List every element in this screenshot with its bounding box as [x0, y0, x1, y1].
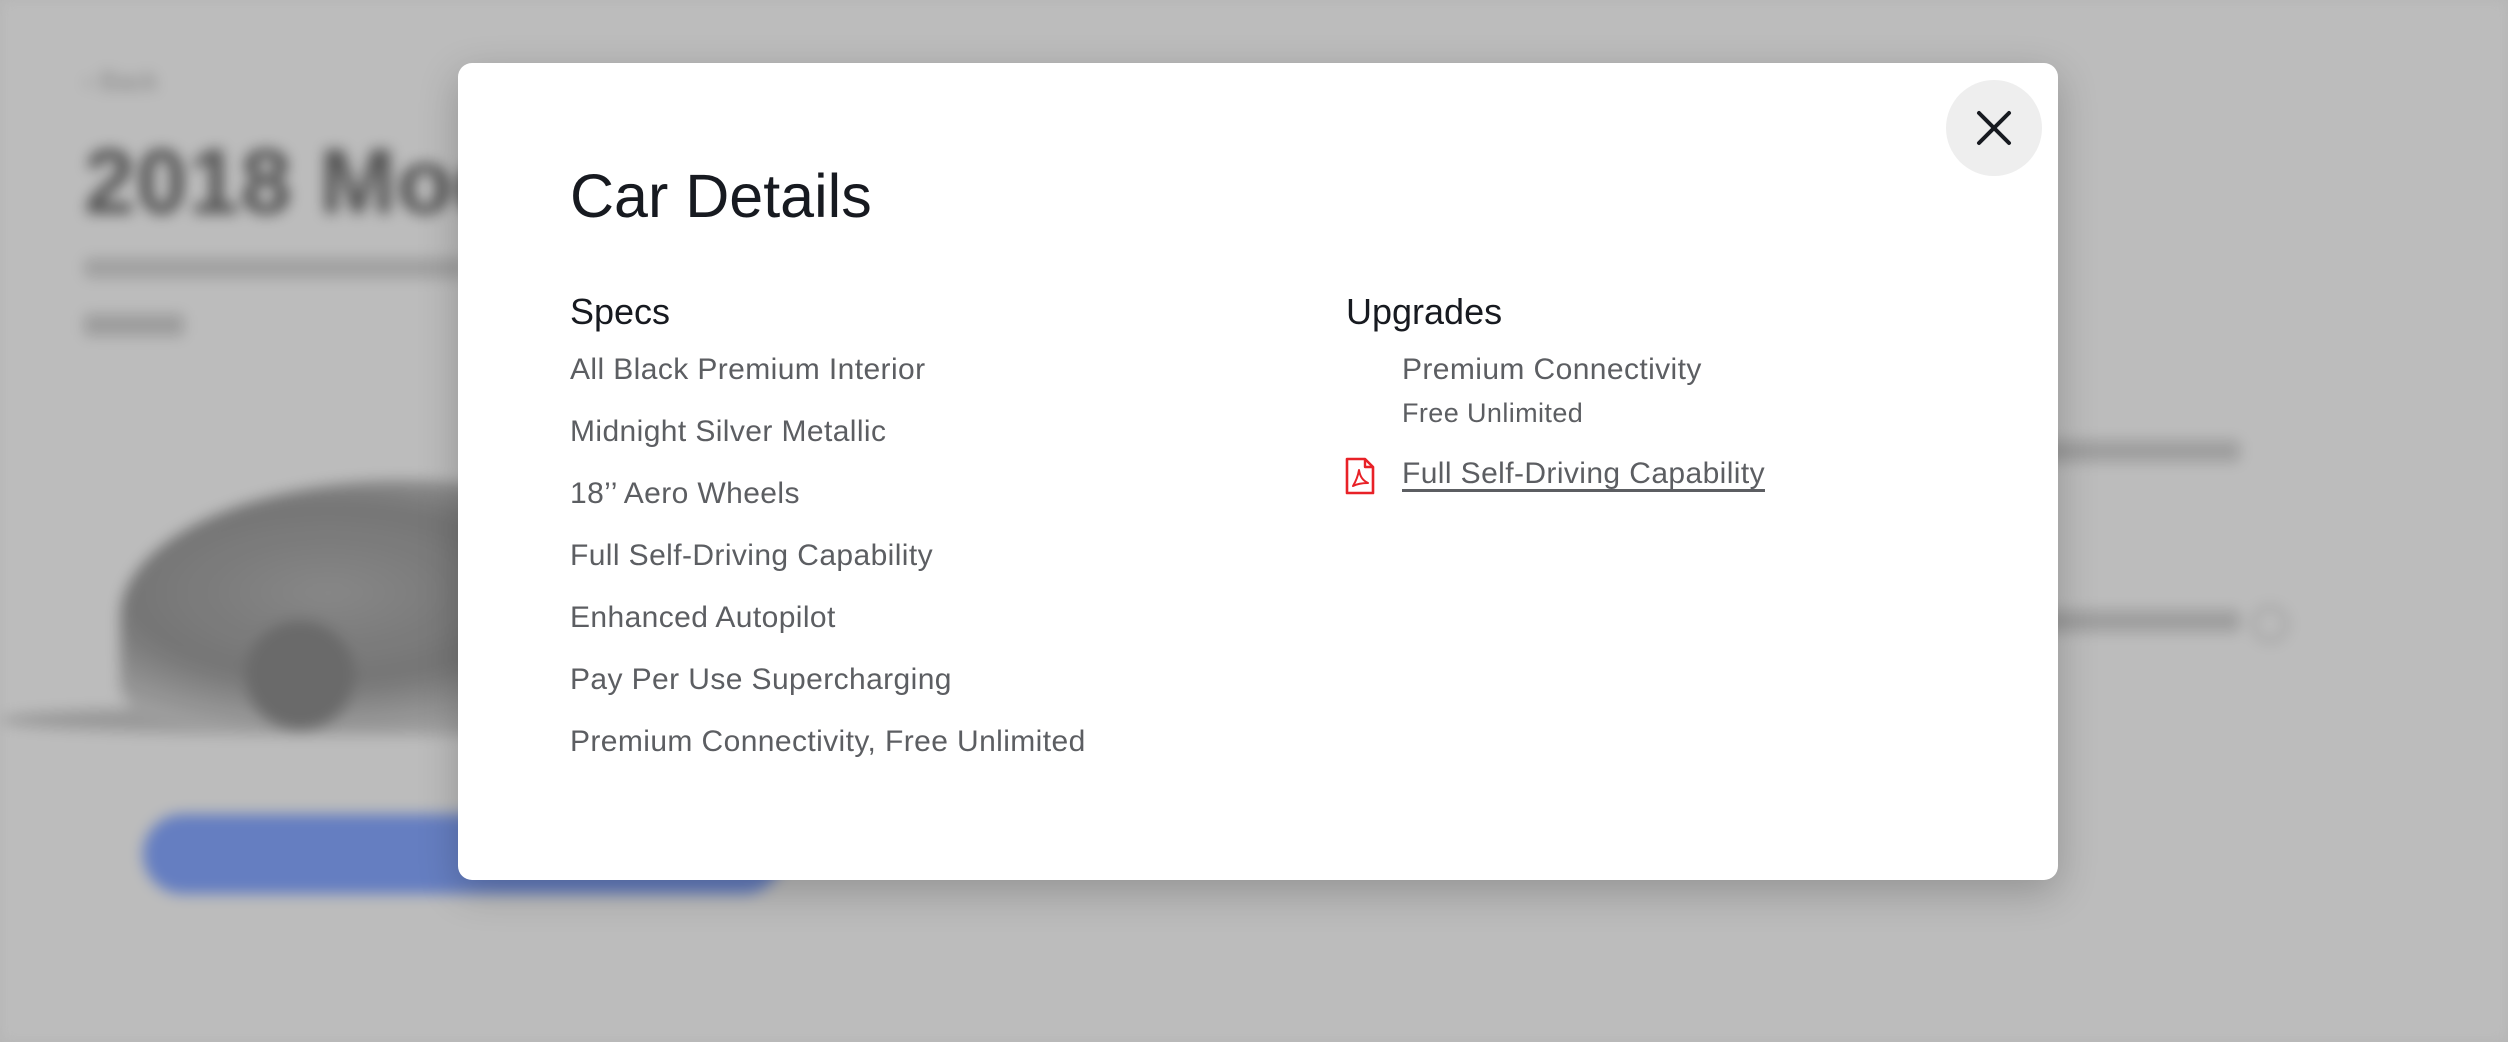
upgrade-item-label: Premium Connectivity: [1402, 353, 1702, 386]
upgrades-heading: Upgrades: [1346, 291, 1503, 332]
upgrade-item-sublabel: Free Unlimited: [1402, 398, 1584, 428]
spec-item: Premium Connectivity, Free Unlimited: [570, 725, 1086, 758]
car-details-modal: Car Details Specs All Black Premium Inte…: [458, 63, 2058, 880]
specs-heading: Specs: [570, 291, 671, 332]
spec-item: Full Self-Driving Capability: [570, 539, 933, 572]
spec-item: Enhanced Autopilot: [570, 601, 836, 634]
spec-item: Midnight Silver Metallic: [570, 415, 887, 448]
close-button[interactable]: [1946, 80, 2042, 176]
close-icon: [1977, 111, 2011, 145]
spec-item: Pay Per Use Supercharging: [570, 663, 952, 696]
spec-item: All Black Premium Interior: [570, 353, 926, 386]
modal-title: Car Details: [570, 162, 872, 230]
spec-item: 18’’ Aero Wheels: [570, 477, 800, 510]
upgrade-fsd-link[interactable]: Full Self-Driving Capability: [1402, 457, 1765, 491]
pdf-icon[interactable]: [1344, 457, 1376, 495]
